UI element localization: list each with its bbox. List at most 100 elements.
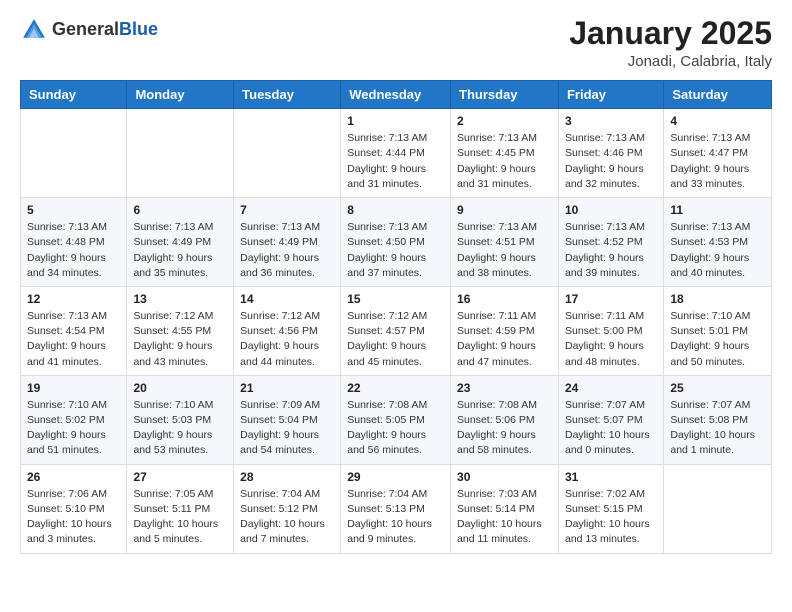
logo: GeneralBlue <box>20 16 158 44</box>
day-cell: 13 Sunrise: 7:12 AMSunset: 4:55 PMDayligh… <box>127 286 234 375</box>
week-row-4: 19 Sunrise: 7:10 AMSunset: 5:02 PMDayligh… <box>21 375 772 464</box>
header: GeneralBlue January 2025 Jonadi, Calabri… <box>20 16 772 70</box>
day-number: 23 <box>457 381 552 395</box>
location: Jonadi, Calabria, Italy <box>569 53 772 70</box>
day-info: Sunrise: 7:02 AMSunset: 5:15 PMDaylight:… <box>565 487 657 548</box>
weekday-header-tuesday: Tuesday <box>234 81 341 109</box>
day-number: 22 <box>347 381 444 395</box>
page: GeneralBlue January 2025 Jonadi, Calabri… <box>0 0 792 570</box>
day-info: Sunrise: 7:07 AMSunset: 5:07 PMDaylight:… <box>565 398 657 459</box>
day-cell: 14 Sunrise: 7:12 AMSunset: 4:56 PMDayligh… <box>234 286 341 375</box>
weekday-header-friday: Friday <box>558 81 663 109</box>
day-cell: 25 Sunrise: 7:07 AMSunset: 5:08 PMDayligh… <box>664 375 772 464</box>
day-number: 19 <box>27 381 120 395</box>
day-number: 29 <box>347 470 444 484</box>
day-info: Sunrise: 7:12 AMSunset: 4:56 PMDaylight:… <box>240 309 334 370</box>
day-cell: 15 Sunrise: 7:12 AMSunset: 4:57 PMDayligh… <box>341 286 451 375</box>
day-cell: 3 Sunrise: 7:13 AMSunset: 4:46 PMDaylight… <box>558 109 663 198</box>
weekday-header-row: SundayMondayTuesdayWednesdayThursdayFrid… <box>21 81 772 109</box>
day-number: 5 <box>27 203 120 217</box>
day-cell: 27Sunrise: 7:05 AMSunset: 5:11 PMDayligh… <box>127 464 234 553</box>
day-info: Sunrise: 7:05 AMSunset: 5:11 PMDaylight:… <box>133 487 227 548</box>
day-number: 26 <box>27 470 120 484</box>
weekday-header-thursday: Thursday <box>451 81 559 109</box>
day-number: 15 <box>347 292 444 306</box>
day-cell: 18Sunrise: 7:10 AMSunset: 5:01 PMDayligh… <box>664 286 772 375</box>
week-row-5: 26 Sunrise: 7:06 AMSunset: 5:10 PMDayligh… <box>21 464 772 553</box>
day-info: Sunrise: 7:13 AMSunset: 4:54 PMDaylight:… <box>27 309 120 370</box>
day-cell: 20Sunrise: 7:10 AMSunset: 5:03 PMDayligh… <box>127 375 234 464</box>
day-cell: 12Sunrise: 7:13 AMSunset: 4:54 PMDayligh… <box>21 286 127 375</box>
day-info: Sunrise: 7:13 AMSunset: 4:51 PMDaylight:… <box>457 220 552 281</box>
day-cell: 29 Sunrise: 7:04 AMSunset: 5:13 PMDayligh… <box>341 464 451 553</box>
day-info: Sunrise: 7:04 AMSunset: 5:13 PMDaylight:… <box>347 487 444 548</box>
day-cell: 24 Sunrise: 7:07 AMSunset: 5:07 PMDayligh… <box>558 375 663 464</box>
day-number: 7 <box>240 203 334 217</box>
day-number: 11 <box>670 203 765 217</box>
day-cell: 10 Sunrise: 7:13 AMSunset: 4:52 PMDayligh… <box>558 198 663 287</box>
day-info: Sunrise: 7:03 AMSunset: 5:14 PMDaylight:… <box>457 487 552 548</box>
day-number: 25 <box>670 381 765 395</box>
day-info: Sunrise: 7:07 AMSunset: 5:08 PMDaylight:… <box>670 398 765 459</box>
day-number: 10 <box>565 203 657 217</box>
day-info: Sunrise: 7:13 AMSunset: 4:49 PMDaylight:… <box>133 220 227 281</box>
day-number: 18 <box>670 292 765 306</box>
title-block: January 2025 Jonadi, Calabria, Italy <box>569 16 772 70</box>
logo-icon <box>20 16 48 44</box>
day-number: 13 <box>133 292 227 306</box>
day-number: 21 <box>240 381 334 395</box>
day-cell: 17Sunrise: 7:11 AMSunset: 5:00 PMDayligh… <box>558 286 663 375</box>
day-number: 3 <box>565 114 657 128</box>
day-info: Sunrise: 7:08 AMSunset: 5:06 PMDaylight:… <box>457 398 552 459</box>
day-info: Sunrise: 7:08 AMSunset: 5:05 PMDaylight:… <box>347 398 444 459</box>
day-info: Sunrise: 7:13 AMSunset: 4:44 PMDaylight:… <box>347 131 444 192</box>
day-info: Sunrise: 7:12 AMSunset: 4:57 PMDaylight:… <box>347 309 444 370</box>
day-number: 30 <box>457 470 552 484</box>
day-cell: 1 Sunrise: 7:13 AMSunset: 4:44 PMDaylight… <box>341 109 451 198</box>
day-cell <box>234 109 341 198</box>
day-cell: 8Sunrise: 7:13 AMSunset: 4:50 PMDaylight… <box>341 198 451 287</box>
day-number: 1 <box>347 114 444 128</box>
day-info: Sunrise: 7:09 AMSunset: 5:04 PMDaylight:… <box>240 398 334 459</box>
day-cell: 21 Sunrise: 7:09 AMSunset: 5:04 PMDayligh… <box>234 375 341 464</box>
calendar-table: SundayMondayTuesdayWednesdayThursdayFrid… <box>20 80 772 553</box>
weekday-header-wednesday: Wednesday <box>341 81 451 109</box>
day-info: Sunrise: 7:10 AMSunset: 5:03 PMDaylight:… <box>133 398 227 459</box>
day-info: Sunrise: 7:13 AMSunset: 4:53 PMDaylight:… <box>670 220 765 281</box>
day-info: Sunrise: 7:06 AMSunset: 5:10 PMDaylight:… <box>27 487 120 548</box>
day-number: 14 <box>240 292 334 306</box>
day-number: 9 <box>457 203 552 217</box>
day-info: Sunrise: 7:13 AMSunset: 4:49 PMDaylight:… <box>240 220 334 281</box>
day-cell: 30 Sunrise: 7:03 AMSunset: 5:14 PMDayligh… <box>451 464 559 553</box>
day-cell: 11 Sunrise: 7:13 AMSunset: 4:53 PMDayligh… <box>664 198 772 287</box>
day-number: 17 <box>565 292 657 306</box>
day-cell: 31Sunrise: 7:02 AMSunset: 5:15 PMDayligh… <box>558 464 663 553</box>
day-cell: 9 Sunrise: 7:13 AMSunset: 4:51 PMDaylight… <box>451 198 559 287</box>
logo-blue: Blue <box>119 19 158 39</box>
day-cell: 2 Sunrise: 7:13 AMSunset: 4:45 PMDaylight… <box>451 109 559 198</box>
day-info: Sunrise: 7:13 AMSunset: 4:52 PMDaylight:… <box>565 220 657 281</box>
logo-general: General <box>52 19 119 39</box>
day-cell: 6Sunrise: 7:13 AMSunset: 4:49 PMDaylight… <box>127 198 234 287</box>
day-number: 2 <box>457 114 552 128</box>
day-info: Sunrise: 7:04 AMSunset: 5:12 PMDaylight:… <box>240 487 334 548</box>
day-number: 28 <box>240 470 334 484</box>
day-cell: 4Sunrise: 7:13 AMSunset: 4:47 PMDaylight… <box>664 109 772 198</box>
week-row-3: 12Sunrise: 7:13 AMSunset: 4:54 PMDayligh… <box>21 286 772 375</box>
day-number: 24 <box>565 381 657 395</box>
day-info: Sunrise: 7:10 AMSunset: 5:02 PMDaylight:… <box>27 398 120 459</box>
day-cell: 19 Sunrise: 7:10 AMSunset: 5:02 PMDayligh… <box>21 375 127 464</box>
day-info: Sunrise: 7:13 AMSunset: 4:46 PMDaylight:… <box>565 131 657 192</box>
day-info: Sunrise: 7:13 AMSunset: 4:45 PMDaylight:… <box>457 131 552 192</box>
day-cell <box>127 109 234 198</box>
day-cell: 26 Sunrise: 7:06 AMSunset: 5:10 PMDayligh… <box>21 464 127 553</box>
day-cell: 7 Sunrise: 7:13 AMSunset: 4:49 PMDaylight… <box>234 198 341 287</box>
day-cell: 5Sunrise: 7:13 AMSunset: 4:48 PMDaylight… <box>21 198 127 287</box>
logo-text: GeneralBlue <box>52 20 158 40</box>
day-info: Sunrise: 7:13 AMSunset: 4:50 PMDaylight:… <box>347 220 444 281</box>
day-number: 4 <box>670 114 765 128</box>
week-row-1: 1 Sunrise: 7:13 AMSunset: 4:44 PMDaylight… <box>21 109 772 198</box>
day-info: Sunrise: 7:12 AMSunset: 4:55 PMDaylight:… <box>133 309 227 370</box>
day-info: Sunrise: 7:11 AMSunset: 4:59 PMDaylight:… <box>457 309 552 370</box>
day-cell: 22 Sunrise: 7:08 AMSunset: 5:05 PMDayligh… <box>341 375 451 464</box>
